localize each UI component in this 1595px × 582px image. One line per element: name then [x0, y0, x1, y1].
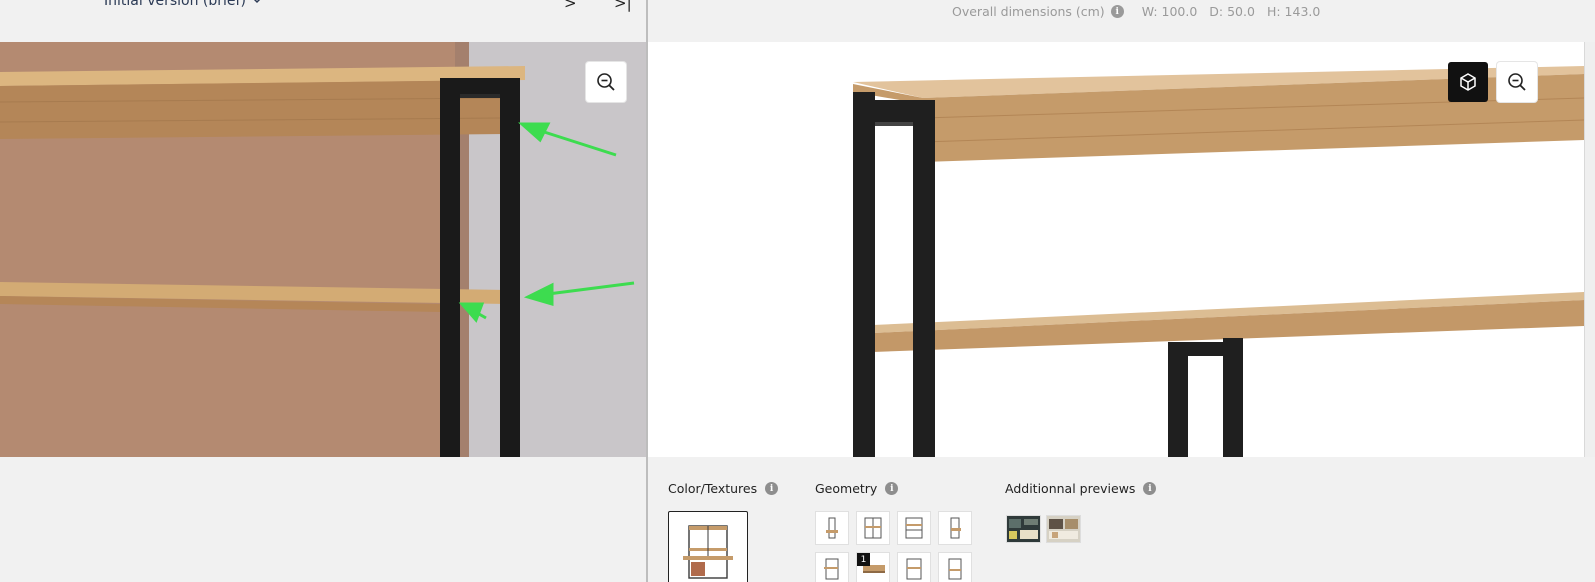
- zoom-out-button[interactable]: [586, 62, 626, 102]
- zoom-out-icon: [1508, 73, 1526, 91]
- cube-icon: [1460, 73, 1476, 91]
- last-version-button[interactable]: >|: [614, 0, 632, 12]
- next-version-button[interactable]: >: [564, 0, 577, 12]
- reference-toolbar: Initial version (brief) > >|: [0, 0, 647, 42]
- reference-panel: Initial version (brief) > >|: [0, 0, 647, 582]
- preview-thumbnail[interactable]: [1046, 515, 1081, 543]
- info-icon[interactable]: i: [885, 482, 899, 495]
- chevron-right-icon: >: [564, 0, 577, 12]
- render-scrollbar[interactable]: [1584, 42, 1595, 457]
- geometry-thumbnail[interactable]: [938, 511, 972, 545]
- 3d-view-button[interactable]: [1448, 62, 1488, 102]
- textures-label: Color/Textures: [668, 481, 758, 496]
- geometry-label: Geometry: [815, 481, 878, 496]
- previews-label: Additionnal previews: [1005, 481, 1136, 496]
- zoom-out-button[interactable]: [1497, 62, 1537, 102]
- version-selector[interactable]: Initial version (brief): [104, 0, 262, 9]
- geometry-thumbnail[interactable]: [938, 552, 972, 582]
- geometry-thumbnail[interactable]: [856, 511, 890, 545]
- chevron-down-icon: [252, 0, 262, 7]
- overall-dimensions: Overall dimensions (cm) i W: 100.0 D: 50…: [952, 4, 1320, 19]
- geometry-thumbnail[interactable]: [815, 552, 849, 582]
- geometry-section-label: Geometry i: [815, 481, 899, 496]
- info-icon[interactable]: i: [765, 482, 779, 495]
- preview-thumbnail[interactable]: [1006, 515, 1041, 543]
- textures-section-label: Color/Textures i: [668, 481, 779, 496]
- 3d-render-view[interactable]: [648, 42, 1584, 457]
- dimensions-label: Overall dimensions (cm): [952, 4, 1105, 19]
- geometry-thumbnail-selected[interactable]: 1: [856, 552, 890, 582]
- dimension-width: W: 100.0: [1141, 4, 1198, 19]
- dimension-depth: D: 50.0: [1209, 4, 1255, 19]
- geometry-thumbnail[interactable]: [897, 552, 931, 582]
- render-panel: Overall dimensions (cm) i W: 100.0 D: 50…: [648, 0, 1595, 582]
- app-window: Initial version (brief) > >| Overall dim…: [0, 0, 1595, 582]
- info-icon[interactable]: i: [1110, 5, 1124, 18]
- zoom-out-icon: [597, 73, 615, 91]
- geometry-thumbnail[interactable]: [897, 511, 931, 545]
- version-label: Initial version (brief): [104, 0, 246, 9]
- texture-thumbnail[interactable]: [668, 511, 748, 582]
- reference-photo: [0, 42, 647, 457]
- previews-section-label: Additionnal previews i: [1005, 481, 1157, 496]
- geometry-count-badge: 1: [857, 553, 870, 566]
- geometry-thumbnail[interactable]: [815, 511, 849, 545]
- skip-to-end-icon: >|: [614, 0, 632, 12]
- dimension-height: H: 143.0: [1266, 4, 1321, 19]
- info-icon[interactable]: i: [1143, 482, 1157, 495]
